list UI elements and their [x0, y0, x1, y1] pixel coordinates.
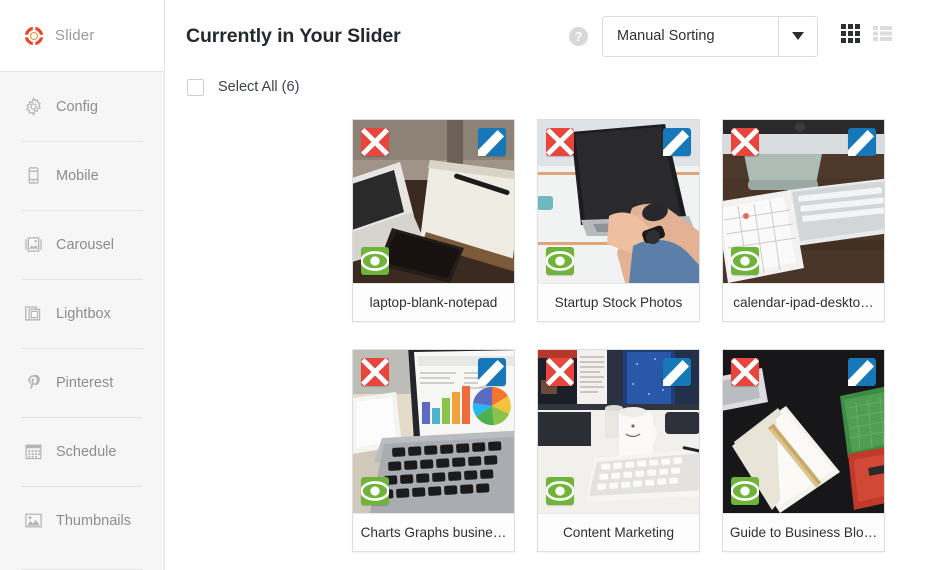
slide-thumbnail[interactable] — [723, 350, 884, 513]
brand-label: Slider — [55, 27, 95, 44]
slide-card[interactable]: Startup Stock Photos — [537, 119, 700, 322]
edit-slide-button[interactable] — [478, 128, 506, 156]
slide-card[interactable]: laptop-blank-notepad — [352, 119, 515, 322]
delete-slide-button[interactable] — [731, 128, 759, 156]
gear-icon — [24, 97, 43, 116]
slide-caption: calendar-ipad-deskto… — [723, 283, 884, 321]
edit-slide-button[interactable] — [663, 128, 691, 156]
delete-slide-button[interactable] — [546, 128, 574, 156]
sidebar-item-config[interactable]: Config — [0, 72, 164, 141]
page-title: Currently in Your Slider — [186, 24, 401, 47]
slide-thumbnail[interactable] — [538, 350, 699, 513]
sidebar-item-pinterest[interactable]: Pinterest — [0, 348, 164, 417]
thumbnails-image-icon — [24, 511, 43, 530]
sidebar-item-label: Schedule — [56, 443, 117, 460]
sidebar-item-carousel[interactable]: Carousel — [0, 210, 164, 279]
preview-slide-button[interactable] — [546, 247, 574, 275]
edit-slide-button[interactable] — [848, 128, 876, 156]
toolbar: Currently in Your Slider ? Manual Sortin… — [165, 0, 930, 72]
delete-slide-button[interactable] — [731, 358, 759, 386]
preview-slide-button[interactable] — [361, 247, 389, 275]
app-root: Slider Config Mobile Carousel Lightbox P… — [0, 0, 930, 570]
slide-caption: laptop-blank-notepad — [353, 283, 514, 321]
sidebar-item-lightbox[interactable]: Lightbox — [0, 279, 164, 348]
sidebar-item-label: Carousel — [56, 236, 115, 253]
slide-caption: Content Marketing — [538, 513, 699, 551]
brand-header[interactable]: Slider — [0, 0, 164, 72]
slide-thumbnail[interactable] — [723, 120, 884, 283]
sidebar-item-mobile[interactable]: Mobile — [0, 141, 164, 210]
sidebar: Slider Config Mobile Carousel Lightbox P… — [0, 0, 165, 570]
slide-caption: Guide to Business Blo… — [723, 513, 884, 551]
slides-grid: laptop-blank-notepad Startup Stock Photo… — [165, 102, 930, 552]
slide-thumbnail[interactable] — [538, 120, 699, 283]
sidebar-item-label: Pinterest — [56, 374, 114, 391]
edit-slide-button[interactable] — [848, 358, 876, 386]
carousel-image-icon — [24, 235, 43, 254]
slide-card[interactable]: Content Marketing — [537, 349, 700, 552]
slider-ring-logo-icon — [24, 26, 44, 46]
slide-card[interactable]: Guide to Business Blo… — [722, 349, 885, 552]
calendar-icon — [24, 442, 43, 461]
edit-slide-button[interactable] — [663, 358, 691, 386]
preview-slide-button[interactable] — [731, 247, 759, 275]
toolbar-controls: ? Manual Sorting — [569, 15, 892, 57]
list-view-icon[interactable] — [873, 26, 892, 46]
preview-slide-button[interactable] — [731, 477, 759, 505]
select-all-row: Select All (6) — [165, 72, 930, 102]
select-all-checkbox[interactable] — [187, 78, 204, 96]
pinterest-icon — [24, 373, 43, 392]
select-all-label: Select All (6) — [218, 79, 300, 95]
delete-slide-button[interactable] — [361, 358, 389, 386]
main-content: Currently in Your Slider ? Manual Sortin… — [165, 0, 930, 570]
chevron-down-icon[interactable] — [778, 16, 817, 56]
sort-select[interactable]: Manual Sorting — [602, 15, 818, 57]
sidebar-item-schedule[interactable]: Schedule — [0, 417, 164, 486]
mobile-phone-icon — [24, 166, 43, 185]
sidebar-item-label: Config — [56, 98, 98, 115]
sort-select-value[interactable]: Manual Sorting — [603, 17, 778, 56]
sidebar-nav: Config Mobile Carousel Lightbox Pinteres… — [0, 72, 164, 570]
preview-slide-button[interactable] — [546, 477, 574, 505]
view-toggle-group — [841, 24, 892, 48]
slide-card[interactable]: calendar-ipad-deskto… — [722, 119, 885, 322]
preview-slide-button[interactable] — [361, 477, 389, 505]
delete-slide-button[interactable] — [361, 128, 389, 156]
grid-view-icon[interactable] — [841, 24, 860, 48]
sidebar-item-label: Mobile — [56, 167, 99, 184]
slide-caption: Startup Stock Photos — [538, 283, 699, 321]
slide-caption: Charts Graphs busine… — [353, 513, 514, 551]
slide-thumbnail[interactable] — [353, 120, 514, 283]
question-mark-icon[interactable]: ? — [569, 26, 588, 46]
sidebar-item-thumbnails[interactable]: Thumbnails — [0, 486, 164, 555]
sidebar-item-label: Thumbnails — [56, 512, 131, 529]
slide-thumbnail[interactable] — [353, 350, 514, 513]
sidebar-item-label: Lightbox — [56, 305, 111, 322]
edit-slide-button[interactable] — [478, 358, 506, 386]
slide-card[interactable]: Charts Graphs busine… — [352, 349, 515, 552]
lightbox-window-icon — [24, 304, 43, 323]
delete-slide-button[interactable] — [546, 358, 574, 386]
